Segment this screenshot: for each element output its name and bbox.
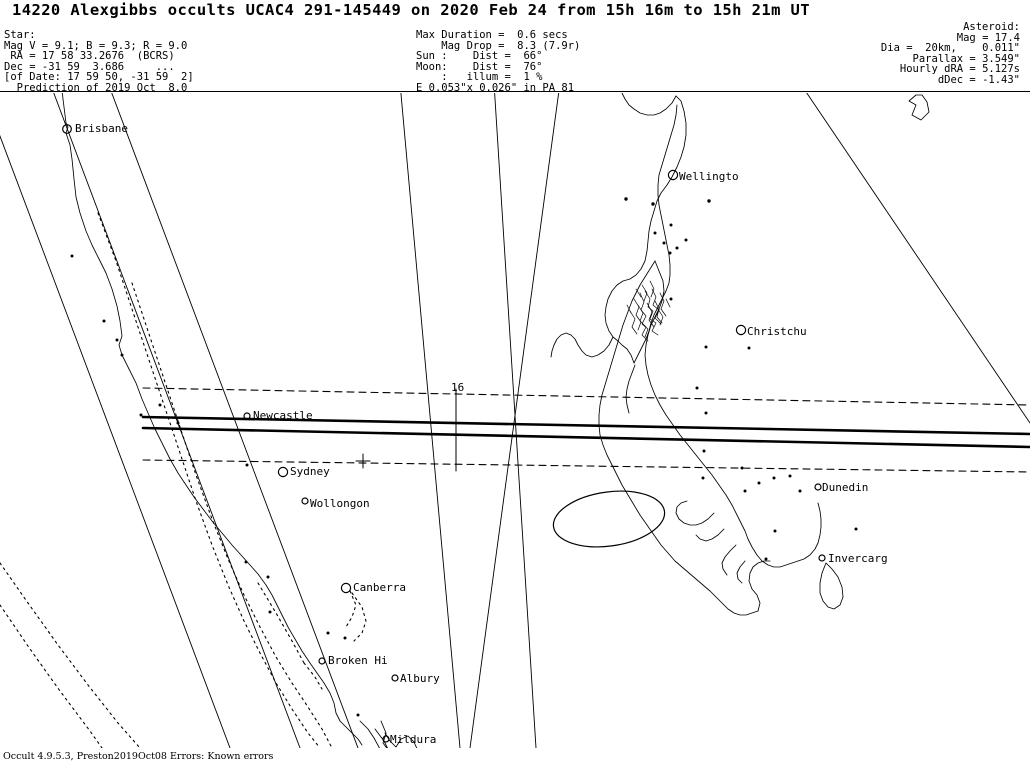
graticule-lines [0,93,1030,748]
star-data-block: Star: Mag V = 9.1; B = 9.3; R = 9.0 RA =… [4,29,194,94]
header-divider [0,91,1030,92]
asteroid-data-block: Asteroid: Mag = 17.4 Dia = 20km, 0.011" … [880,21,1020,86]
city-label-brisbane: Brisbane [75,122,128,135]
city-label-wellington: Wellingto [679,170,739,183]
prediction-header: 14220 Alexgibbs occults UCAC4 291-145449… [0,0,1030,94]
city-label-dunedin: Dunedin [822,481,869,494]
city-label-wollongong: Wollongon [310,497,370,510]
shadow-uncertainty-ellipse [552,490,666,548]
city-label-broken-hill: Broken Hi [328,654,388,667]
city-label-mildura: Mildura [390,733,437,746]
circumstances-data-block: Max Duration = 0.6 secs Mag Drop = 8.3 (… [416,29,581,94]
city-label-canberra: Canberra [353,581,406,594]
path-time-tick-label: 16 [451,381,465,394]
city-label-christchurch: Christchu [747,325,807,338]
map-canvas [0,93,1030,748]
city-label-invercargill: Invercarg [828,552,888,565]
coastline-stewart-island [819,562,844,610]
coastline-small-island [908,94,930,121]
city-label-sydney: Sydney [290,465,330,478]
software-credit: Occult 4.9.5.3, Preston2019Oct08 Errors:… [3,751,274,762]
occultation-map[interactable] [0,93,1030,748]
coastline-new-zealand-north [550,93,687,414]
page-title: 14220 Alexgibbs occults UCAC4 291-145449… [12,1,811,19]
city-label-albury: Albury [400,672,440,685]
city-label-newcastle: Newcastle [253,409,313,422]
path-time-ticks [355,388,457,472]
